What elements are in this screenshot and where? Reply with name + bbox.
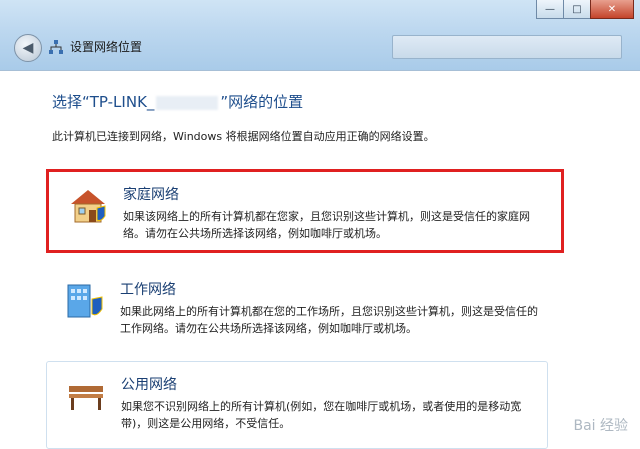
- minimize-button[interactable]: —: [536, 0, 564, 19]
- option-title: 工作网络: [120, 282, 176, 298]
- option-description: 如果此网络上的所有计算机都在您的工作场所，且您识别这些计算机，则这是受信任的工作…: [120, 305, 538, 335]
- page-description: 此计算机已连接到网络，Windows 将根据网络位置自动应用正确的网络设置。: [52, 130, 435, 143]
- content-area: 选择“TP-LINK_ ”网络的位置 此计算机已连接到网络，Windows 将根据…: [0, 70, 640, 449]
- window-title: 设置网络位置: [70, 40, 143, 54]
- heading-suffix: ”网络的位置: [220, 93, 304, 111]
- close-button[interactable]: ✕: [590, 0, 634, 19]
- work-network-option[interactable]: 工作网络 如果此网络上的所有计算机都在您的工作场所，且您识别这些计算机，则这是受…: [46, 267, 546, 345]
- option-description: 如果您不识别网络上的所有计算机(例如，您在咖啡厅或机场，或者使用的是移动宽带)，…: [121, 400, 522, 430]
- back-arrow-icon: ◀: [22, 40, 34, 56]
- home-network-option[interactable]: 家庭网络 如果该网络上的所有计算机都在您家，且您识别这些计算机，则这是受信任的家…: [46, 169, 564, 253]
- work-network-icon: [67, 284, 103, 318]
- watermark: Bai 经验: [573, 418, 628, 434]
- home-network-icon: [71, 190, 106, 223]
- redacted-network-name: [156, 95, 219, 110]
- window-title-area: 设置网络位置: [48, 38, 142, 55]
- maximize-button[interactable]: □: [563, 0, 591, 19]
- option-title: 公用网络: [121, 377, 177, 393]
- page-heading: 选择“TP-LINK_ ”网络的位置: [52, 91, 303, 112]
- public-network-option[interactable]: 公用网络 如果您不识别网络上的所有计算机(例如，您在咖啡厅或机场，或者使用的是移…: [46, 361, 548, 449]
- option-title: 家庭网络: [123, 187, 179, 203]
- option-description: 如果该网络上的所有计算机都在您家，且您识别这些计算机，则这是受信任的家庭网络。请…: [123, 210, 530, 240]
- back-button[interactable]: ◀: [14, 34, 42, 62]
- window-titlebar: — □ ✕ ◀ 设置网络位置: [0, 0, 640, 70]
- heading-prefix: 选择“TP-LINK_: [52, 93, 155, 111]
- public-network-icon: [69, 386, 103, 410]
- network-icon: [49, 39, 63, 54]
- window-controls: — □ ✕: [536, 0, 634, 19]
- address-search-bar[interactable]: [392, 35, 622, 59]
